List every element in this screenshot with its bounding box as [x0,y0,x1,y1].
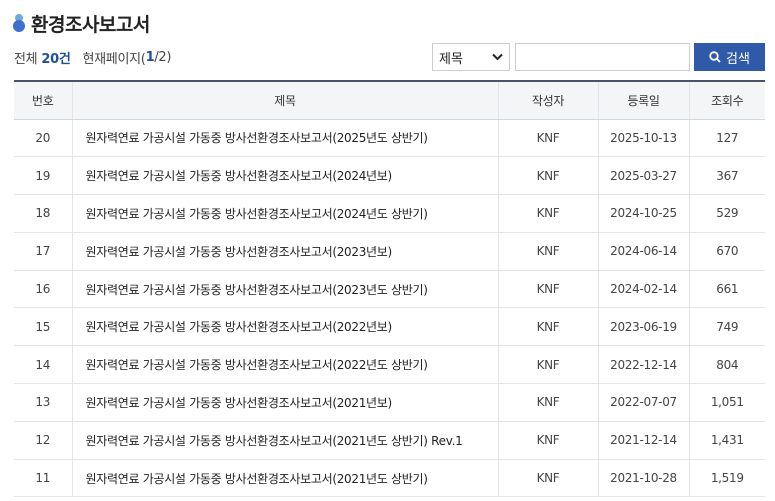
row-views: 670 [688,232,765,271]
row-title-link[interactable]: 원자력연료 가공시설 가동중 방사선환경조사보고서(2023년보) [71,232,498,271]
row-author: KNF [497,421,598,460]
search-field-value: 제목 [439,51,463,67]
row-author: KNF [497,156,598,196]
row-title-link[interactable]: 원자력연료 가공시설 가동중 방사선환경조사보고서(2022년보) [71,307,498,347]
row-views: 367 [688,156,765,196]
row-views: 127 [688,119,765,158]
row-date: 2022-07-07 [597,383,689,422]
row-author: KNF [497,307,598,347]
table-row[interactable]: 15 원자력연료 가공시설 가동중 방사선환경조사보고서(2022년보) KNF… [14,307,765,347]
row-date: 2021-12-14 [597,421,689,460]
row-title-link[interactable]: 원자력연료 가공시설 가동중 방사선환경조사보고서(2021년보) [71,383,498,422]
row-title-link[interactable]: 원자력연료 가공시설 가동중 방사선환경조사보고서(2021년도 상반기) Re… [71,421,498,460]
row-title-link[interactable]: 원자력연료 가공시설 가동중 방사선환경조사보고서(2024년도 상반기) [71,194,498,233]
search-icon [709,51,721,63]
report-table: 번호 제목 작성자 등록일 조회수 20 원자력연료 가공시설 가동중 방사선환… [14,80,765,498]
row-number: 19 [14,156,72,196]
search-button[interactable]: 검색 [694,43,765,71]
row-number: 13 [14,383,72,422]
search-input[interactable] [515,43,690,71]
search-button-label: 검색 [726,51,750,67]
total-label: 전체 [14,51,38,67]
page-total: /2) [154,49,172,65]
row-views: 1,431 [688,421,765,460]
column-header-title: 제목 [71,80,498,120]
page-title: 환경조사보고서 [31,13,150,36]
table-row[interactable]: 13 원자력연료 가공시설 가동중 방사선환경조사보고서(2021년보) KNF… [14,383,765,422]
table-row[interactable]: 20 원자력연료 가공시설 가동중 방사선환경조사보고서(2025년도 상반기)… [14,119,765,158]
column-header-date: 등록일 [597,80,689,120]
row-number: 14 [14,345,72,385]
row-views: 661 [688,270,765,309]
row-author: KNF [497,383,598,422]
row-number: 11 [14,459,72,498]
chevron-down-icon [492,53,503,61]
row-date: 2025-03-27 [597,156,689,196]
page-label: 현재페이지( [82,51,146,67]
table-row[interactable]: 14 원자력연료 가공시설 가동중 방사선환경조사보고서(2022년도 상반기)… [14,345,765,385]
row-title-link[interactable]: 원자력연료 가공시설 가동중 방사선환경조사보고서(2024년보) [71,156,498,196]
row-number: 18 [14,194,72,233]
row-date: 2025-10-13 [597,119,689,158]
row-date: 2021-10-28 [597,459,689,498]
current-page: 1 [145,49,155,65]
search-field-select[interactable]: 제목 [432,43,510,71]
row-views: 1,519 [688,459,765,498]
row-title-link[interactable]: 원자력연료 가공시설 가동중 방사선환경조사보고서(2021년도 상반기) [71,459,498,498]
row-number: 17 [14,232,72,271]
row-number: 15 [14,307,72,347]
row-title-link[interactable]: 원자력연료 가공시설 가동중 방사선환경조사보고서(2025년도 상반기) [71,119,498,158]
row-date: 2024-02-14 [597,270,689,309]
table-row[interactable]: 18 원자력연료 가공시설 가동중 방사선환경조사보고서(2024년도 상반기)… [14,194,765,233]
row-title-link[interactable]: 원자력연료 가공시설 가동중 방사선환경조사보고서(2022년도 상반기) [71,345,498,385]
total-count: 20건 [41,51,71,67]
column-header-author: 작성자 [497,80,598,120]
row-views: 529 [688,194,765,233]
row-author: KNF [497,345,598,385]
row-title-link[interactable]: 원자력연료 가공시설 가동중 방사선환경조사보고서(2023년도 상반기) [71,270,498,309]
bullet-person-icon [13,13,25,33]
row-views: 1,051 [688,383,765,422]
table-header-row: 번호 제목 작성자 등록일 조회수 [14,80,765,120]
table-row[interactable]: 11 원자력연료 가공시설 가동중 방사선환경조사보고서(2021년도 상반기)… [14,459,765,498]
column-header-number: 번호 [14,80,72,120]
row-number: 12 [14,421,72,460]
table-row[interactable]: 17 원자력연료 가공시설 가동중 방사선환경조사보고서(2023년보) KNF… [14,232,765,271]
page-header: 환경조사보고서 [13,10,150,36]
column-header-views: 조회수 [688,80,765,120]
table-row[interactable]: 12 원자력연료 가공시설 가동중 방사선환경조사보고서(2021년도 상반기)… [14,421,765,460]
row-date: 2024-10-25 [597,194,689,233]
row-author: KNF [497,194,598,233]
row-date: 2023-06-19 [597,307,689,347]
table-row[interactable]: 16 원자력연료 가공시설 가동중 방사선환경조사보고서(2023년도 상반기)… [14,270,765,309]
row-number: 20 [14,119,72,158]
row-views: 804 [688,345,765,385]
row-author: KNF [497,232,598,271]
row-views: 749 [688,307,765,347]
row-date: 2024-06-14 [597,232,689,271]
row-date: 2022-12-14 [597,345,689,385]
row-author: KNF [497,270,598,309]
row-author: KNF [497,119,598,158]
table-row[interactable]: 19 원자력연료 가공시설 가동중 방사선환경조사보고서(2024년보) KNF… [14,156,765,196]
row-author: KNF [497,459,598,498]
row-number: 16 [14,270,72,309]
board-summary: 전체 20건 현재페이지(1/2) [14,47,171,67]
